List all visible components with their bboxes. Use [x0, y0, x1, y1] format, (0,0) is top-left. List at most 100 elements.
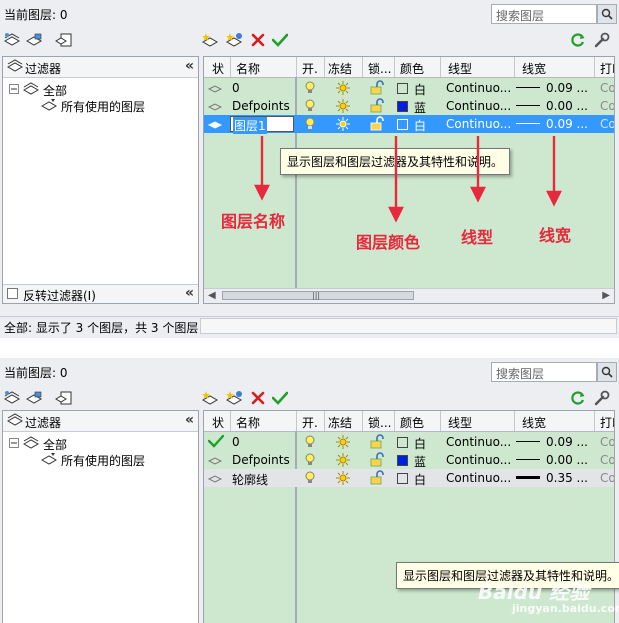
sun-icon[interactable]	[336, 117, 350, 131]
column-plot[interactable]: 打印	[600, 414, 614, 431]
sun-icon[interactable]	[336, 453, 350, 467]
collapse-pane-icon[interactable]: «	[185, 412, 194, 428]
set-current-icon[interactable]	[270, 30, 290, 50]
column-freeze[interactable]: 冻结	[328, 414, 352, 431]
column-on[interactable]: 开.	[302, 414, 318, 431]
new-group-filter-icon[interactable]	[24, 30, 44, 50]
set-current-icon[interactable]	[270, 388, 290, 408]
refresh-icon[interactable]	[568, 388, 588, 408]
sun-icon[interactable]	[336, 81, 350, 95]
column-linetype[interactable]: 线型	[448, 414, 472, 431]
unlock-icon[interactable]	[370, 434, 384, 449]
layer-row[interactable]: Defpoints 蓝 Continuo... 0.00 ... Col	[204, 451, 614, 469]
linetype-value[interactable]: Continuo...	[446, 99, 511, 113]
search-icon[interactable]	[597, 4, 617, 24]
linetype-value[interactable]: Continuo...	[446, 435, 511, 449]
layer-status-icon	[208, 85, 222, 93]
lineweight-value[interactable]: 0.00 ...	[546, 453, 588, 467]
toolbar	[0, 388, 619, 410]
column-status[interactable]: 状	[212, 60, 224, 77]
toolbar	[0, 30, 619, 52]
layer-row-highlighted[interactable]: 轮廓线 白 Continuo... 0.35 ... Col	[204, 469, 614, 487]
tree-expander-icon[interactable]	[9, 84, 19, 94]
current-layer-check-icon	[208, 434, 224, 448]
settings-wrench-icon[interactable]	[592, 388, 612, 408]
unlock-icon[interactable]	[370, 98, 384, 113]
search-layer-input[interactable]: 搜索图层	[491, 362, 597, 382]
delete-layer-icon[interactable]	[248, 30, 268, 50]
delete-layer-icon[interactable]	[248, 388, 268, 408]
linetype-value[interactable]: Continuo...	[446, 471, 511, 485]
new-group-filter-icon[interactable]	[24, 388, 44, 408]
column-name[interactable]: 名称	[236, 414, 260, 431]
search-icon[interactable]	[597, 362, 617, 382]
lightbulb-icon[interactable]	[304, 117, 316, 131]
column-lock[interactable]: 锁...	[368, 414, 391, 431]
column-lineweight[interactable]: 线宽	[522, 60, 546, 77]
column-lineweight[interactable]: 线宽	[522, 414, 546, 431]
color-swatch[interactable]	[397, 473, 408, 484]
color-swatch[interactable]	[397, 119, 408, 130]
sun-icon[interactable]	[336, 435, 350, 449]
linetype-value[interactable]: Continuo...	[446, 81, 511, 95]
status-text: 全部: 显示了 3 个图层，共 3 个图层	[4, 321, 199, 335]
color-swatch[interactable]	[397, 455, 408, 466]
linetype-value[interactable]: Continuo...	[446, 453, 511, 467]
new-property-filter-icon[interactable]	[2, 388, 22, 408]
layer-row[interactable]: 0 白 Continuo... 0.09 ... Col	[204, 433, 614, 451]
lineweight-value[interactable]: 0.00 ...	[546, 99, 588, 113]
layer-row[interactable]: Defpoints 蓝 Continuo... 0.00 ... Col	[204, 97, 614, 115]
layer-states-manager-icon[interactable]	[54, 388, 74, 408]
layer-row-selected[interactable]: 图层1 白 Continuo... 0.09 ... Col	[204, 115, 614, 134]
color-swatch[interactable]	[397, 437, 408, 448]
scroll-left-icon[interactable]: ◀	[208, 290, 216, 301]
layer-row[interactable]: 0 白 Continuo... 0.09 ... Col	[204, 79, 614, 97]
unlock-icon[interactable]	[370, 452, 384, 467]
layer-name-edit-field[interactable]: 图层1	[230, 116, 294, 134]
column-status[interactable]: 状	[212, 414, 224, 431]
lineweight-value[interactable]: 0.09 ...	[546, 117, 588, 131]
filter-icon	[7, 59, 23, 73]
lineweight-value[interactable]: 0.35 ...	[546, 471, 588, 485]
settings-wrench-icon[interactable]	[592, 30, 612, 50]
lineweight-sample	[516, 459, 540, 460]
refresh-icon[interactable]	[568, 30, 588, 50]
column-color[interactable]: 颜色	[400, 60, 424, 77]
search-layer-input[interactable]: 搜索图层	[491, 4, 597, 24]
linetype-value[interactable]: Continuo...	[446, 117, 511, 131]
new-layer-vp-frozen-icon[interactable]	[224, 30, 244, 50]
new-layer-icon[interactable]	[200, 30, 220, 50]
tree-expander-icon[interactable]	[9, 438, 19, 448]
column-linetype[interactable]: 线型	[448, 60, 472, 77]
lightbulb-icon[interactable]	[304, 453, 316, 467]
column-lock[interactable]: 锁...	[368, 60, 391, 77]
new-layer-icon[interactable]	[200, 388, 220, 408]
unlock-icon[interactable]	[370, 80, 384, 95]
collapse-pane-icon[interactable]: «	[185, 58, 194, 74]
column-on[interactable]: 开.	[302, 60, 318, 77]
unlock-icon[interactable]	[370, 116, 384, 131]
sun-icon[interactable]	[336, 471, 350, 485]
horizontal-scrollbar[interactable]: ◀ ||| ▶	[204, 288, 614, 303]
lightbulb-icon[interactable]	[304, 81, 316, 95]
column-color[interactable]: 颜色	[400, 414, 424, 431]
lightbulb-icon[interactable]	[304, 471, 316, 485]
lightbulb-icon[interactable]	[304, 99, 316, 113]
layer-states-manager-icon[interactable]	[54, 30, 74, 50]
lineweight-value[interactable]: 0.09 ...	[546, 435, 588, 449]
invert-filter-row: 反转过滤器(I) «	[3, 284, 198, 303]
new-property-filter-icon[interactable]	[2, 30, 22, 50]
invert-filter-checkbox[interactable]	[7, 288, 18, 299]
sun-icon[interactable]	[336, 99, 350, 113]
collapse-footer-icon[interactable]: «	[185, 285, 194, 301]
color-swatch[interactable]	[397, 101, 408, 112]
column-name[interactable]: 名称	[236, 60, 260, 77]
column-freeze[interactable]: 冻结	[328, 60, 352, 77]
color-swatch[interactable]	[397, 83, 408, 94]
lightbulb-icon[interactable]	[304, 435, 316, 449]
unlock-icon[interactable]	[370, 470, 384, 485]
column-plot[interactable]: 打印	[600, 60, 614, 77]
scroll-right-icon[interactable]: ▶	[602, 290, 610, 301]
lineweight-value[interactable]: 0.09 ...	[546, 81, 588, 95]
new-layer-vp-frozen-icon[interactable]	[224, 388, 244, 408]
